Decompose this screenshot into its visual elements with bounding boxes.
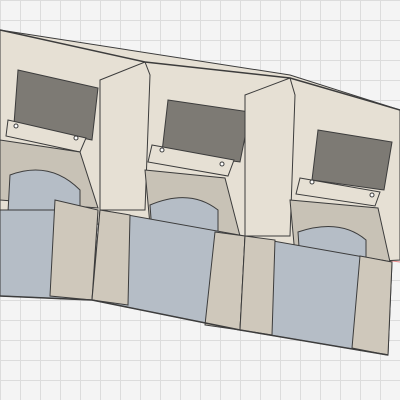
screw-icon	[13, 123, 19, 129]
screw-icon	[369, 192, 375, 198]
screw-icon	[309, 179, 315, 185]
cad-viewport[interactable]	[0, 0, 400, 400]
divider-2	[244, 77, 296, 237]
bay-3-left-wall	[239, 235, 276, 336]
screw-icon	[73, 135, 79, 141]
bay-1-side-wall	[49, 199, 99, 301]
divider-1	[99, 61, 151, 211]
model-render[interactable]	[0, 0, 400, 400]
screw-icon	[159, 147, 165, 153]
screw-icon	[219, 161, 225, 167]
